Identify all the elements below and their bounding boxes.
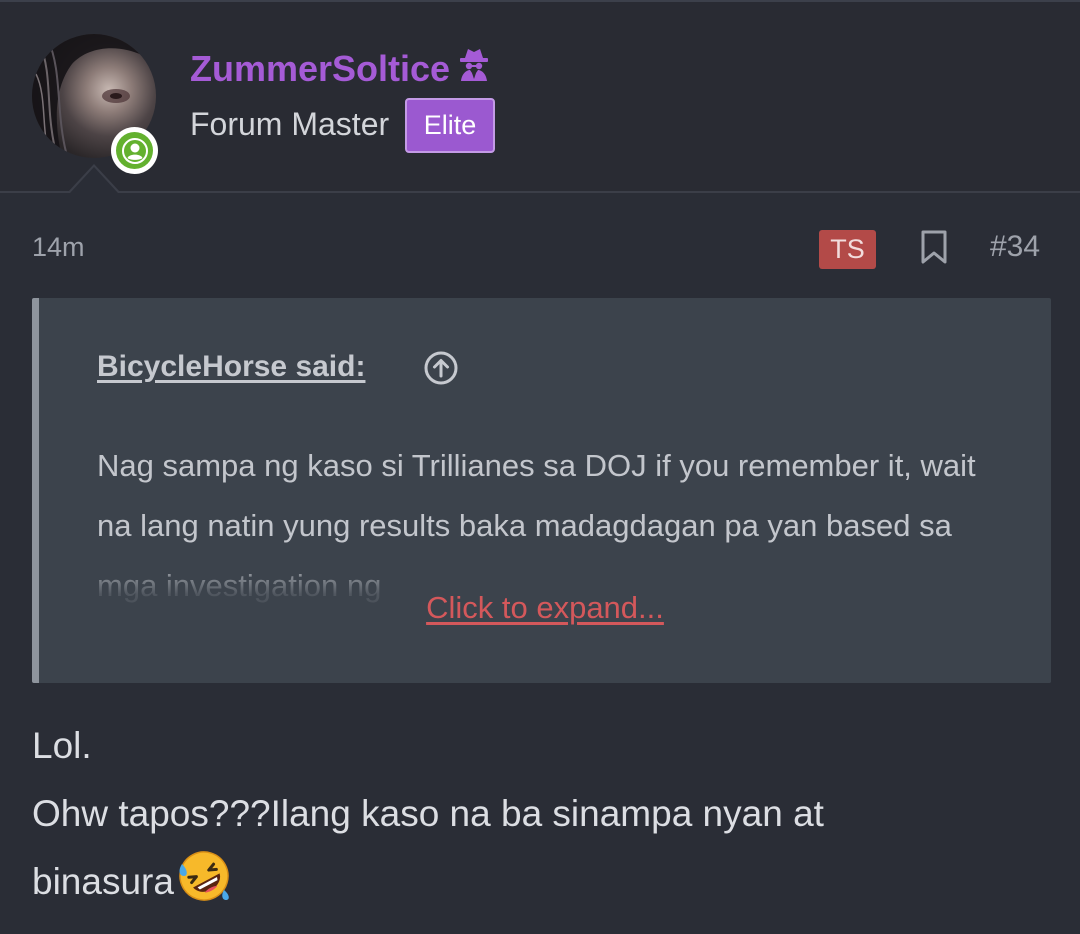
message-pointer-fill	[70, 167, 118, 193]
message-line: Lol.	[32, 725, 92, 766]
rolling-on-floor-laughing-emoji	[176, 848, 232, 926]
user-online-icon	[116, 132, 153, 169]
thread-starter-badge: TS	[819, 230, 876, 269]
quote-author-link[interactable]: BicycleHorse said:	[97, 350, 365, 384]
post-message: Lol. Ohw tapos???Ilang kaso na ba sinamp…	[32, 712, 1052, 926]
bookmark-icon[interactable]	[920, 230, 948, 269]
message-line: Ohw tapos???Ilang kaso na ba sinampa nya…	[32, 793, 824, 834]
username[interactable]: ZummerSoltice	[190, 46, 492, 91]
expand-label[interactable]: Click to expand...	[426, 590, 664, 625]
user-title: Forum Master	[190, 106, 390, 142]
click-to-expand-link[interactable]: Click to expand...	[39, 590, 1051, 626]
user-header	[0, 2, 1080, 192]
header-divider	[0, 191, 1080, 193]
username-text[interactable]: ZummerSoltice	[190, 48, 450, 90]
post-number[interactable]: #34	[990, 230, 1040, 264]
online-status-badge	[111, 127, 158, 174]
elite-badge[interactable]: Elite	[405, 98, 495, 153]
post-timestamp[interactable]: 14m	[32, 232, 85, 263]
quote-block: BicycleHorse said: Nag sampa ng kaso si …	[32, 298, 1051, 683]
message-line: binasura	[32, 861, 174, 902]
arrow-up-circle-icon[interactable]	[423, 350, 459, 391]
spy-icon	[456, 46, 492, 91]
message-last-line: binasura	[32, 848, 1052, 926]
